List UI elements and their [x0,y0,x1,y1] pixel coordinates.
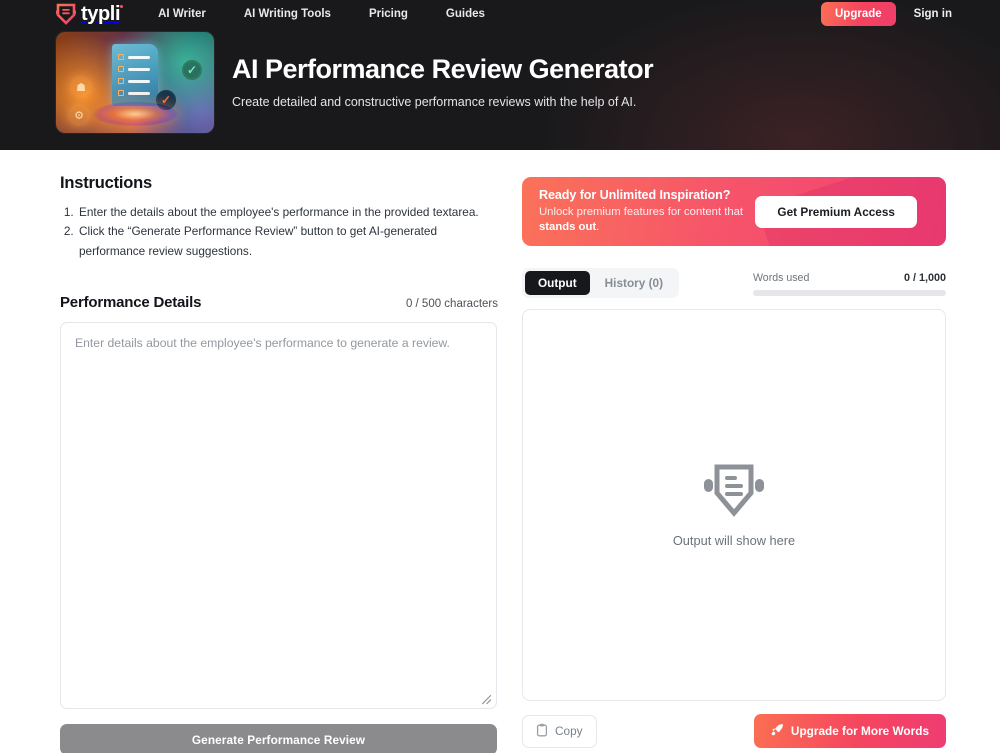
character-counter: 0 / 500 characters [405,298,498,311]
copy-button-label: Copy [555,724,583,738]
instructions-list: Enter the details about the employee's p… [60,203,498,261]
words-used-label: Words used [753,272,810,284]
output-toolbar: Output History (0) Words used 0 / 1,000 [522,268,946,298]
upgrade-for-more-words-button[interactable]: Upgrade for More Words [753,714,946,748]
words-used-progress-bar [753,290,946,296]
hero-section: ☗ ⚙ ✓ ✓ AI Performance Review Generator … [0,32,1000,133]
promo-text: Ready for Unlimited Inspiration? Unlock … [539,188,755,235]
nav-item-ai-writing-tools[interactable]: AI Writing Tools [244,8,331,20]
instructions-section: Instructions Enter the details about the… [60,174,498,261]
instruction-step: Click the “Generate Performance Review” … [77,222,498,261]
textarea-placeholder-text: Enter details about the employee's perfo… [75,336,450,351]
navbar: typli AI Writer AI Writing Tools Pricing… [0,0,1000,28]
words-used-meter: Words used 0 / 1,000 [753,268,946,296]
instruction-step: Enter the details about the employee's p… [77,203,498,222]
main-content: Instructions Enter the details about the… [0,150,1000,753]
output-footer: Copy Upgrade for More Words [522,714,946,748]
site-header: typli AI Writer AI Writing Tools Pricing… [0,0,1000,150]
typli-shield-logo-icon [56,3,76,25]
sign-in-link[interactable]: Sign in [914,8,952,20]
generate-performance-review-button[interactable]: Generate Performance Review [60,724,497,753]
hero-text: AI Performance Review Generator Create d… [232,54,654,110]
navbar-actions: Upgrade Sign in [821,1,952,27]
output-panel: Output will show here [522,309,946,701]
output-empty-message: Output will show here [672,532,796,548]
resize-handle-icon[interactable] [479,692,492,705]
get-premium-access-button[interactable]: Get Premium Access [755,195,917,228]
glow-ring [93,102,177,126]
home-icon: ☗ [70,76,92,98]
checklist-document-graphic [112,44,158,107]
nav-item-ai-writer[interactable]: AI Writer [158,8,206,20]
tab-output[interactable]: Output [525,271,590,295]
page-title: AI Performance Review Generator [232,54,654,85]
nav-item-pricing[interactable]: Pricing [369,8,408,20]
tab-history[interactable]: History (0) [592,271,676,295]
rocket-icon [771,723,784,739]
primary-nav: AI Writer AI Writing Tools Pricing Guide… [158,8,485,20]
promo-subtitle-part2: . [596,221,600,233]
output-tabs: Output History (0) [522,268,679,298]
input-column: Instructions Enter the details about the… [28,150,498,753]
promo-subtitle: Unlock premium features for content that… [539,205,755,235]
premium-promo-banner: Ready for Unlimited Inspiration? Unlock … [522,177,946,246]
performance-details-label: Performance Details [60,294,202,312]
promo-subtitle-part1: Unlock premium features for content that [539,206,744,219]
upgrade-button[interactable]: Upgrade [821,1,896,27]
bulb-check-icon: ✓ [182,60,202,80]
page-subtitle: Create detailed and constructive perform… [232,94,637,109]
brand-wordmark: typli [81,3,124,25]
hero-thumbnail-image: ☗ ⚙ ✓ ✓ [56,32,214,133]
copy-button[interactable]: Copy [522,714,597,748]
upgrade-words-label: Upgrade for More Words [790,724,929,738]
typli-shield-document-icon [703,463,765,524]
gear-icon: ⚙ [68,104,90,126]
promo-title: Ready for Unlimited Inspiration? [539,188,731,203]
performance-details-textarea[interactable]: Enter details about the employee's perfo… [60,322,497,710]
promo-subtitle-bold: stands out [539,221,597,233]
instructions-heading: Instructions [60,174,153,192]
nav-item-guides[interactable]: Guides [446,8,485,20]
words-used-row: Words used 0 / 1,000 [753,272,946,284]
brand-logo-link[interactable]: typli [56,3,124,25]
output-column: Ready for Unlimited Inspiration? Unlock … [522,150,972,753]
performance-details-header: Performance Details 0 / 500 characters [60,294,498,311]
words-used-value: 0 / 1,000 [903,272,946,284]
clipboard-icon [536,723,548,740]
